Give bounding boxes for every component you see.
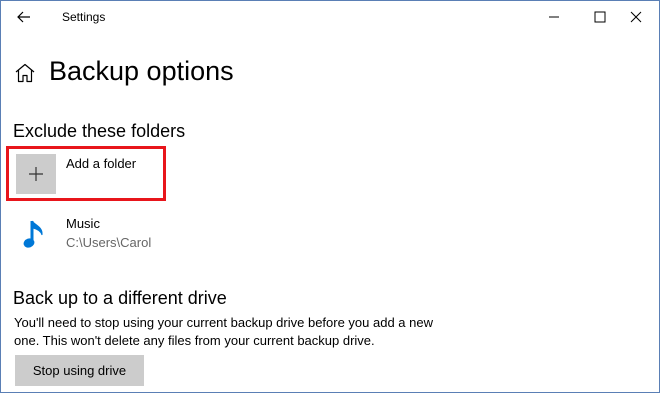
maximize-icon [594, 11, 606, 23]
minimize-button[interactable] [531, 1, 577, 33]
different-drive-heading: Back up to a different drive [13, 288, 227, 308]
music-note-icon [23, 220, 43, 248]
back-button[interactable] [9, 5, 39, 29]
minimize-icon [549, 16, 559, 18]
close-icon [630, 11, 642, 23]
back-arrow-icon [17, 11, 30, 23]
page-title: Backup options [49, 56, 234, 86]
add-folder-label[interactable]: Add a folder [66, 156, 136, 171]
folder-path: C:\Users\Carol [66, 235, 152, 250]
plus-icon [29, 167, 43, 181]
add-folder-tile[interactable] [16, 154, 56, 194]
title-bar: Settings [1, 1, 659, 33]
home-icon[interactable] [14, 63, 36, 83]
stop-using-drive-button[interactable]: Stop using drive [15, 355, 144, 386]
excluded-folder-item[interactable] [16, 211, 316, 257]
exclude-folders-heading: Exclude these folders [13, 121, 186, 141]
drive-description: You'll need to stop using your current b… [14, 315, 433, 348]
settings-window: Settings Backup options Exclude these fo… [0, 0, 660, 393]
close-button[interactable] [613, 1, 659, 33]
window-title: Settings [62, 10, 106, 24]
folder-name: Music [66, 216, 100, 231]
